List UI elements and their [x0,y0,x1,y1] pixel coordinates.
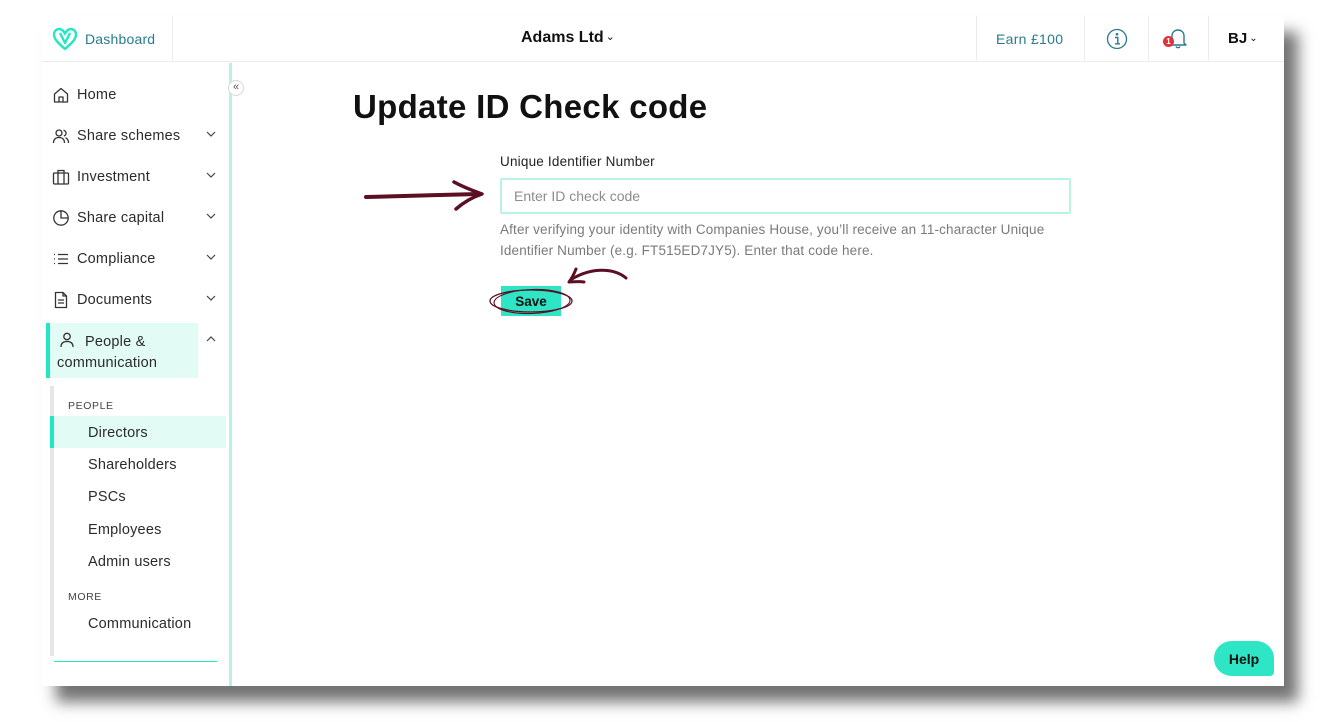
chevron-down-icon: ⌄ [605,31,615,43]
sidebar-item-label: Home [77,87,117,103]
company-selector[interactable]: Adams Ltd ⌄ [521,29,615,47]
help-text: After verifying your identity with Compa… [500,222,1045,258]
chevron-down-icon [206,295,216,301]
chevron-down-icon [206,213,216,219]
pie-chart-icon [53,210,69,226]
briefcase-icon [52,169,70,185]
top-bar: Dashboard Adams Ltd ⌄ Earn £100 1 BJ ⌄ [42,16,1284,62]
divider [1148,16,1149,62]
sidebar-item-share-capital[interactable]: Share capital [42,200,232,236]
user-menu[interactable]: BJ ⌄ [1228,30,1258,47]
dashboard-link[interactable]: Dashboard [85,31,155,47]
help-button[interactable]: Help [1214,641,1274,676]
app-window: Dashboard Adams Ltd ⌄ Earn £100 1 BJ ⌄ H… [42,16,1284,686]
divider [1084,16,1085,62]
sidebar-item-label: Documents [77,292,153,308]
document-icon [54,291,68,309]
sidebar-item-label: People & communication [57,334,158,371]
divider [54,661,217,662]
sidebar-subitem-employees[interactable]: Employees [88,522,162,538]
field-label: Unique Identifier Number [500,154,655,169]
page-title: Update ID Check code [353,88,708,125]
sidebar-item-share-schemes[interactable]: Share schemes [42,118,232,154]
divider [172,16,173,62]
annotation-arrow-curved-icon [567,267,628,284]
earn-referral-link[interactable]: Earn £100 [996,31,1063,47]
sidebar-item-people-communication[interactable]: People & communication [46,323,198,378]
user-initials: BJ [1228,30,1248,47]
chevron-down-icon [206,254,216,260]
collapse-sidebar-button[interactable]: « [228,80,244,96]
sidebar-item-label: Investment [77,169,150,185]
brand-logo-icon[interactable] [52,26,78,52]
info-icon[interactable] [1106,28,1128,50]
sidebar-item-investment[interactable]: Investment [42,159,232,195]
sidebar-item-home[interactable]: Home [42,77,232,113]
double-chevron-left-icon: « [232,81,240,93]
divider [976,16,977,62]
sidebar-item-label: Compliance [77,251,156,267]
notification-badge: 1 [1163,36,1174,47]
list-icon [54,253,68,265]
sidebar-subitem-pscs[interactable]: PSCs [88,489,126,505]
sidebar-subitem-admin-users[interactable]: Admin users [88,554,171,570]
sidebar-subitem-shareholders[interactable]: Shareholders [88,457,177,473]
notifications-button[interactable]: 1 [1163,27,1189,51]
users-icon [52,129,70,144]
company-name: Adams Ltd [521,29,604,46]
annotation-arrow-right-icon [364,180,484,211]
chevron-up-icon[interactable] [206,335,216,343]
chevron-down-icon [206,172,216,178]
sidebar-subitem-directors[interactable]: Directors [88,425,148,441]
divider [1208,16,1209,62]
sidebar-item-documents[interactable]: Documents [42,282,232,318]
save-button[interactable]: Save [501,286,561,316]
sidebar-item-label: Share schemes [77,128,181,144]
chevron-down-icon: ⌄ [1249,33,1258,44]
id-check-code-input[interactable] [500,178,1071,214]
section-heading-people: PEOPLE [68,400,114,412]
home-icon [53,87,69,103]
sidebar-item-compliance[interactable]: Compliance [42,241,232,277]
section-heading-more: MORE [68,591,102,603]
sidebar: Home Share schemes Investment Share capi… [42,63,232,686]
chevron-down-icon [206,131,216,137]
sidebar-item-label: Share capital [77,210,165,226]
sidebar-subitem-communication[interactable]: Communication [88,616,191,632]
